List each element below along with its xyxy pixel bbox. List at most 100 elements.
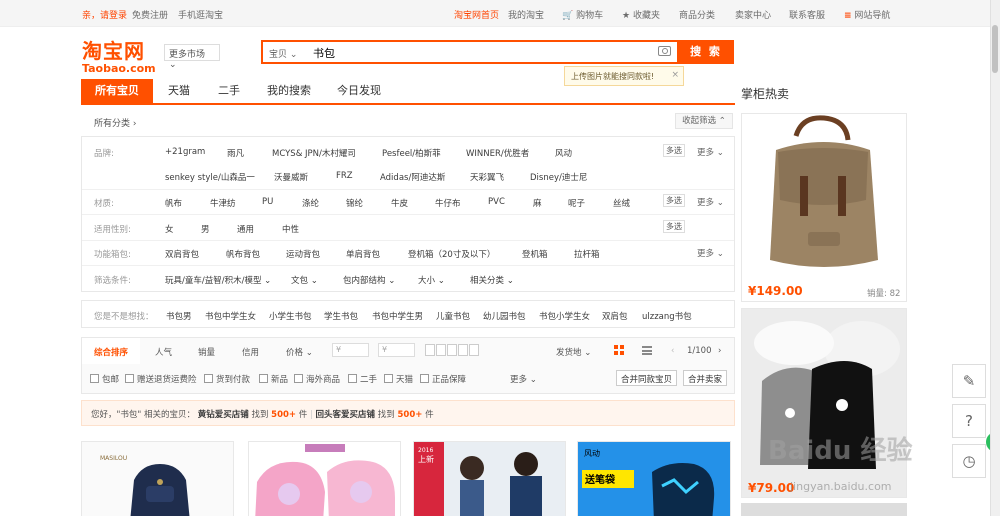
login-link[interactable]: 亲，请登录 <box>82 8 127 21</box>
favorites-link[interactable]: ★ 收藏夹 <box>622 8 660 21</box>
material-multi-button[interactable]: 多选 <box>663 194 685 207</box>
search-box[interactable]: 宝贝 ⌄ 书包 <box>261 40 679 64</box>
material-option[interactable]: PU <box>262 197 273 207</box>
suggestion-link[interactable]: 书包中学生女 <box>205 310 256 322</box>
gender-multi-button[interactable]: 多选 <box>663 220 685 233</box>
my-taobao-link[interactable]: 我的淘宝 <box>508 8 544 21</box>
condition-dropdown[interactable]: 文包 ⌄ <box>291 274 318 286</box>
home-link[interactable]: 淘宝网首页 <box>454 8 499 21</box>
material-option[interactable]: 牛津纺 <box>210 197 236 209</box>
sort-default[interactable]: 综合排序 <box>94 346 128 358</box>
condition-dropdown[interactable]: 大小 ⌄ <box>418 274 445 286</box>
suggestion-link[interactable]: 书包男 <box>166 310 192 322</box>
merge-seller-button[interactable]: 合并卖家 <box>683 370 728 386</box>
search-input[interactable]: 书包 <box>313 45 335 61</box>
scrollbar-thumb[interactable] <box>992 25 998 73</box>
seller-center-link[interactable]: 卖家中心 <box>735 8 771 21</box>
site-nav-link[interactable]: ≡ 网站导航 <box>844 8 890 21</box>
brand-option[interactable]: Adidas/阿迪达斯 <box>380 171 445 183</box>
genuine-checkbox[interactable]: 正品保障 <box>420 373 466 385</box>
taobao-logo[interactable]: 淘宝网 Taobao.com <box>82 35 156 75</box>
condition-dropdown[interactable]: 玩具/童车/益智/积木/模型 ⌄ <box>165 274 271 286</box>
suggestion-link[interactable]: 书包中学生男 <box>372 310 423 322</box>
sort-sales[interactable]: 销量 <box>198 346 215 358</box>
next-page-icon[interactable]: › <box>718 346 721 356</box>
brand-option[interactable]: 天彩翼飞 <box>470 171 504 183</box>
sort-price[interactable]: 价格 ⌄ <box>286 346 313 358</box>
brand-option[interactable]: senkey style/山森品一 <box>165 171 255 183</box>
function-option[interactable]: 登机箱 <box>522 248 548 260</box>
function-option[interactable]: 单肩背包 <box>346 248 380 260</box>
all-categories-link[interactable]: 所有分类 › <box>94 116 137 129</box>
product-card[interactable] <box>248 441 401 516</box>
material-option[interactable]: 牛仔布 <box>435 197 461 209</box>
material-option[interactable]: 呢子 <box>568 197 585 209</box>
suggestion-link[interactable]: 儿童书包 <box>436 310 470 322</box>
categories-link[interactable]: 商品分类 <box>679 8 715 21</box>
tab-all[interactable]: 所有宝贝 <box>81 79 153 103</box>
material-option[interactable]: 麻 <box>533 197 542 209</box>
list-view-icon[interactable] <box>642 346 652 355</box>
gender-option[interactable]: 通用 <box>237 223 254 235</box>
help-icon[interactable]: ? <box>952 404 986 438</box>
more-market-dropdown[interactable]: 更多市场 ⌄ <box>164 44 220 70</box>
history-icon[interactable]: ◷ <box>952 444 986 478</box>
page-scrollbar[interactable] <box>990 0 1000 516</box>
brand-option[interactable]: 风动 <box>555 147 572 159</box>
grid-view-icon[interactable] <box>614 345 624 355</box>
price-range-segment[interactable] <box>458 344 468 356</box>
search-type-select[interactable]: 宝贝 ⌄ <box>269 47 297 60</box>
brand-more-button[interactable]: 更多 ⌄ <box>697 146 724 158</box>
function-option[interactable]: 登机箱（20寸及以下） <box>408 248 495 260</box>
gender-option[interactable]: 男 <box>201 223 210 235</box>
secondhand-checkbox[interactable]: 二手 <box>348 373 377 385</box>
function-more-button[interactable]: 更多 ⌄ <box>697 247 724 259</box>
tab-secondhand[interactable]: 二手 <box>209 79 249 103</box>
hot-product-card[interactable] <box>741 503 907 516</box>
more-options-dropdown[interactable]: 更多 ⌄ <box>510 373 537 385</box>
cod-checkbox[interactable]: 货到付款 <box>204 373 250 385</box>
suggestion-link[interactable]: 幼儿园书包 <box>483 310 526 322</box>
price-range-segment[interactable] <box>436 344 446 356</box>
brand-option[interactable]: MCYS& JPN/木村耀司 <box>272 147 356 159</box>
tab-today[interactable]: 今日发现 <box>331 79 387 103</box>
return-insurance-checkbox[interactable]: 赠送退货运费险 <box>125 373 197 385</box>
suggestion-link[interactable]: 双肩包 <box>602 310 628 322</box>
service-link[interactable]: 联系客服 <box>789 8 825 21</box>
brand-option[interactable]: 沃曼威斯 <box>274 171 308 183</box>
sort-credit[interactable]: 信用 <box>242 346 259 358</box>
price-range-segment[interactable] <box>447 344 457 356</box>
free-shipping-checkbox[interactable]: 包邮 <box>90 373 119 385</box>
mobile-link[interactable]: 手机逛淘宝 <box>178 8 223 21</box>
suggestion-link[interactable]: 学生书包 <box>324 310 358 322</box>
hot-product-card[interactable]: ¥149.00 销量: 82 <box>741 113 907 302</box>
function-option[interactable]: 运动背包 <box>286 248 320 260</box>
price-min-input[interactable]: ¥ <box>332 343 369 357</box>
suggestion-link[interactable]: 小学生书包 <box>269 310 312 322</box>
new-checkbox[interactable]: 新品 <box>259 373 288 385</box>
cart-link[interactable]: 🛒 购物车 <box>562 8 603 21</box>
prev-page-icon[interactable]: ‹ <box>671 346 674 356</box>
material-option[interactable]: 涤纶 <box>302 197 319 209</box>
overseas-checkbox[interactable]: 海外商品 <box>294 373 340 385</box>
collapse-filters-button[interactable]: 收起筛选 ⌃ <box>675 113 733 129</box>
suggestion-link[interactable]: 书包小学生女 <box>539 310 590 322</box>
brand-option[interactable]: FRZ <box>336 171 353 181</box>
function-option[interactable]: 帆布背包 <box>226 248 260 260</box>
suggestion-link[interactable]: ulzzang书包 <box>642 310 692 322</box>
gender-option[interactable]: 中性 <box>282 223 299 235</box>
material-option[interactable]: 锦纶 <box>346 197 363 209</box>
search-button[interactable]: 搜 索 <box>678 40 734 64</box>
brand-multi-button[interactable]: 多选 <box>663 144 685 157</box>
function-option[interactable]: 拉杆箱 <box>574 248 600 260</box>
ship-from-dropdown[interactable]: 发货地 ⌄ <box>556 346 591 358</box>
camera-icon[interactable] <box>658 46 671 56</box>
tab-my-search[interactable]: 我的搜索 <box>261 79 317 103</box>
edit-icon[interactable]: ✎ <box>952 364 986 398</box>
brand-option[interactable]: Pesfeel/柏斯菲 <box>382 147 441 159</box>
condition-dropdown[interactable]: 相关分类 ⌄ <box>470 274 514 286</box>
material-option[interactable]: PVC <box>488 197 505 207</box>
hot-product-card[interactable]: ¥79.00 <box>741 308 907 498</box>
product-card[interactable]: 风动 送笔袋 <box>577 441 731 516</box>
tab-tmall[interactable]: 天猫 <box>159 79 199 103</box>
